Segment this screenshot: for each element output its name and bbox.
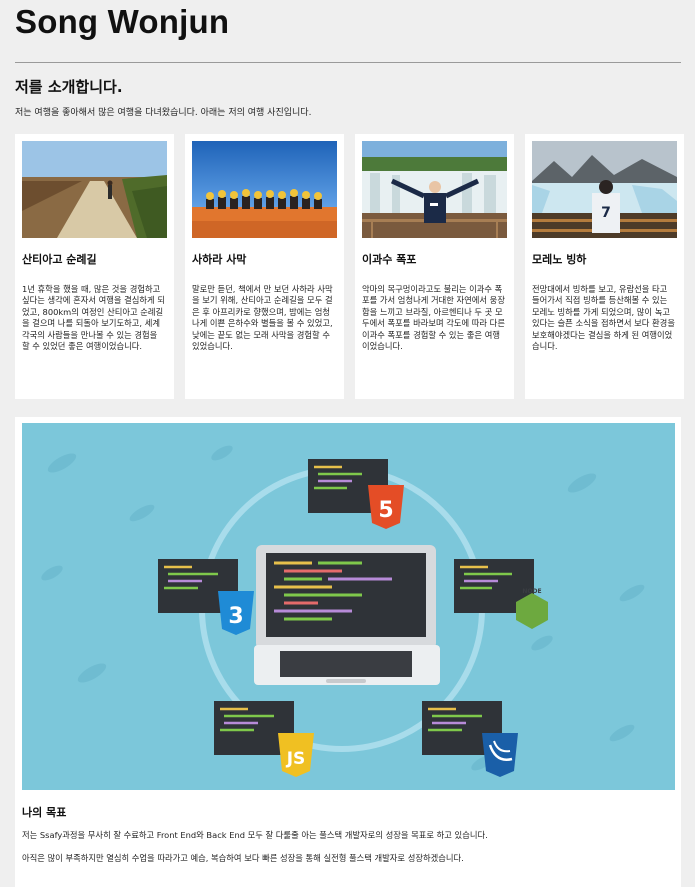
iguazu-photo <box>362 141 507 238</box>
santiago-photo <box>22 141 167 238</box>
goal-title: 나의 목표 <box>22 806 67 819</box>
svg-text:JS: JS <box>286 749 306 769</box>
card-title: 사하라 사막 <box>192 253 247 266</box>
travel-card: 산티아고 순례길 1년 휴학을 했을 때, 많은 것을 경험하고 싶다는 생각에… <box>15 134 174 399</box>
page-title: Song Wonjun <box>15 3 230 40</box>
travel-cards: 산티아고 순례길 1년 휴학을 했을 때, 많은 것을 경험하고 싶다는 생각에… <box>15 134 684 399</box>
intro-text: 저는 여행을 좋아해서 많은 여행을 다녀왔습니다. 아래는 저의 여행 사진입… <box>15 108 312 118</box>
sahara-photo <box>192 141 337 238</box>
intro-heading: 저를 소개합니다. <box>15 78 123 96</box>
divider <box>15 62 681 63</box>
card-text: 1년 휴학을 했을 때, 많은 것을 경험하고 싶다는 생각에 혼자서 여행을 … <box>22 284 165 352</box>
goal-text-2: 아직은 많이 부족하지만 열심히 수업을 따라가고 예습, 복습하여 보다 빠른… <box>22 853 464 863</box>
travel-card: 사하라 사막 말로만 듣던, 책에서 만 보던 사하라 사막을 보기 위해, 산… <box>185 134 344 399</box>
travel-card: 이과수 폭포 악마의 목구멍이라고도 불리는 이과수 폭포를 가서 엄청나게 거… <box>355 134 514 399</box>
svg-text:3: 3 <box>228 604 243 629</box>
card-title: 모레노 빙하 <box>532 253 587 266</box>
card-title: 이과수 폭포 <box>362 253 417 266</box>
dev-banner: 5 3 NODE JS <box>22 423 675 790</box>
svg-text:7: 7 <box>601 205 611 221</box>
moreno-photo: 7 <box>532 141 677 238</box>
card-title: 산티아고 순례길 <box>22 253 97 266</box>
laptop-icon <box>254 545 440 685</box>
card-text: 말로만 듣던, 책에서 만 보던 사하라 사막을 보기 위해, 산티아고 순례길… <box>192 284 333 352</box>
svg-text:NODE: NODE <box>522 588 541 595</box>
page: Song Wonjun 저를 소개합니다. 저는 여행을 좋아해서 많은 여행을… <box>0 0 695 887</box>
travel-card: 7 모레노 빙하 전망대에서 빙하를 보고, 유람선을 타고 들어가서 직접 빙… <box>525 134 684 399</box>
goal-card: 5 3 NODE JS 나의 목표 저는 Ssafy과정을 무사히 잘 수료하고… <box>15 417 681 887</box>
goal-text-1: 저는 Ssafy과정을 무사히 잘 수료하고 Front End와 Back E… <box>22 830 488 840</box>
card-text: 전망대에서 빙하를 보고, 유람선을 타고 들어가서 직접 빙하를 등산해볼 수… <box>532 284 675 352</box>
svg-text:5: 5 <box>378 498 393 523</box>
card-text: 악마의 목구멍이라고도 불리는 이과수 폭포를 가서 엄청나게 거대한 자연에서… <box>362 284 505 352</box>
